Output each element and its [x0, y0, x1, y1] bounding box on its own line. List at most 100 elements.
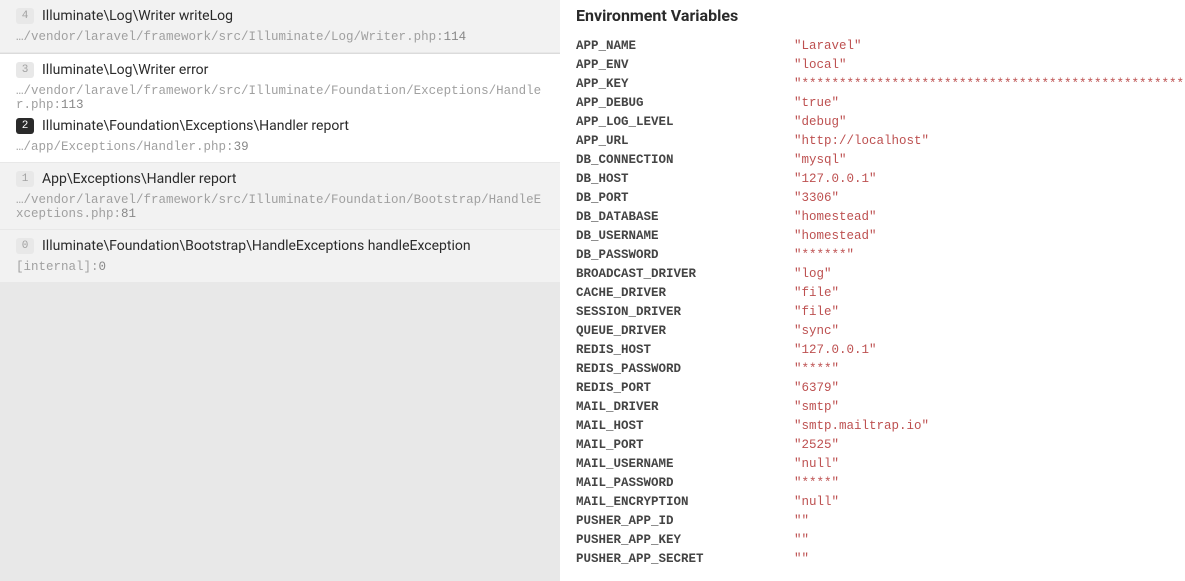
env-key: REDIS_HOST [576, 341, 794, 360]
stack-frame[interactable]: 0 Illuminate\Foundation\Bootstrap\Handle… [0, 230, 560, 283]
env-key: DB_CONNECTION [576, 151, 794, 170]
frame-number: 0 [16, 238, 34, 254]
env-row: SESSION_DRIVER"file" [576, 303, 1169, 322]
env-row: DB_CONNECTION"mysql" [576, 151, 1169, 170]
env-row: DB_PASSWORD"******" [576, 246, 1169, 265]
env-value: "http://localhost" [794, 132, 929, 151]
env-key: MAIL_DRIVER [576, 398, 794, 417]
stack-frame[interactable]: 1 App\Exceptions\Handler report …/vendor… [0, 163, 560, 230]
env-key: DB_PORT [576, 189, 794, 208]
env-row: MAIL_PASSWORD"****" [576, 474, 1169, 493]
frame-path: …/vendor/laravel/framework/src/Illuminat… [16, 30, 544, 44]
env-key: REDIS_PASSWORD [576, 360, 794, 379]
stack-frame[interactable]: 4 Illuminate\Log\Writer writeLog …/vendo… [0, 0, 560, 53]
env-value: "true" [794, 94, 839, 113]
env-key: REDIS_PORT [576, 379, 794, 398]
env-key: MAIL_PASSWORD [576, 474, 794, 493]
env-row: MAIL_DRIVER"smtp" [576, 398, 1169, 417]
frame-number: 3 [16, 62, 34, 78]
env-row: BROADCAST_DRIVER"log" [576, 265, 1169, 284]
env-row: REDIS_PORT"6379" [576, 379, 1169, 398]
env-table: APP_NAME"Laravel"APP_ENV"local"APP_KEY"*… [560, 37, 1185, 569]
env-row: MAIL_PORT"2525" [576, 436, 1169, 455]
env-value: "null" [794, 455, 839, 474]
env-key: QUEUE_DRIVER [576, 322, 794, 341]
env-value: "6379" [794, 379, 839, 398]
env-key: DB_HOST [576, 170, 794, 189]
env-value: "debug" [794, 113, 847, 132]
env-row: DB_PORT"3306" [576, 189, 1169, 208]
frame-title: Illuminate\Log\Writer error [42, 62, 208, 78]
env-value: "Laravel" [794, 37, 862, 56]
env-row: DB_HOST"127.0.0.1" [576, 170, 1169, 189]
env-row: MAIL_ENCRYPTION"null" [576, 493, 1169, 512]
env-value: "homestead" [794, 227, 877, 246]
env-value: "log" [794, 265, 832, 284]
stack-trace-panel: 4 Illuminate\Log\Writer writeLog …/vendo… [0, 0, 560, 581]
env-value: "" [794, 512, 809, 531]
env-value: "3306" [794, 189, 839, 208]
frame-number: 4 [16, 8, 34, 24]
env-value: "" [794, 531, 809, 550]
env-row: MAIL_HOST"smtp.mailtrap.io" [576, 417, 1169, 436]
env-value: "homestead" [794, 208, 877, 227]
env-value: "sync" [794, 322, 839, 341]
env-value: "2525" [794, 436, 839, 455]
env-row: DB_USERNAME"homestead" [576, 227, 1169, 246]
stack-frame[interactable]: 3 Illuminate\Log\Writer error …/vendor/l… [0, 53, 560, 163]
env-row: PUSHER_APP_KEY"" [576, 531, 1169, 550]
env-value: "***************************************… [794, 75, 1185, 94]
frame-path: …/vendor/laravel/framework/src/Illuminat… [16, 84, 544, 112]
env-value: "smtp" [794, 398, 839, 417]
env-value: "file" [794, 284, 839, 303]
env-key: DB_USERNAME [576, 227, 794, 246]
env-value: "mysql" [794, 151, 847, 170]
env-value: "local" [794, 56, 847, 75]
frame-title: App\Exceptions\Handler report [42, 171, 236, 187]
env-value: "****" [794, 360, 839, 379]
env-key: SESSION_DRIVER [576, 303, 794, 322]
env-row: APP_ENV"local" [576, 56, 1169, 75]
env-row: APP_LOG_LEVEL"debug" [576, 113, 1169, 132]
env-row: DB_DATABASE"homestead" [576, 208, 1169, 227]
env-value: "null" [794, 493, 839, 512]
env-row: QUEUE_DRIVER"sync" [576, 322, 1169, 341]
env-key: APP_NAME [576, 37, 794, 56]
env-value: "127.0.0.1" [794, 341, 877, 360]
env-row: CACHE_DRIVER"file" [576, 284, 1169, 303]
env-key: DB_DATABASE [576, 208, 794, 227]
env-key: MAIL_USERNAME [576, 455, 794, 474]
env-title: Environment Variables [560, 0, 1185, 37]
frame-title: Illuminate\Log\Writer writeLog [42, 8, 233, 24]
env-key: MAIL_HOST [576, 417, 794, 436]
env-row: PUSHER_APP_ID"" [576, 512, 1169, 531]
env-value: "127.0.0.1" [794, 170, 877, 189]
frame-path: …/app/Exceptions/Handler.php:39 [16, 140, 544, 154]
env-value: "" [794, 550, 809, 569]
env-key: DB_PASSWORD [576, 246, 794, 265]
env-value: "******" [794, 246, 854, 265]
env-key: APP_KEY [576, 75, 794, 94]
env-row: PUSHER_APP_SECRET"" [576, 550, 1169, 569]
frame-number-active: 2 [16, 118, 34, 134]
env-value: "file" [794, 303, 839, 322]
env-key: BROADCAST_DRIVER [576, 265, 794, 284]
frame-path: [internal]:0 [16, 260, 544, 274]
frame-title: Illuminate\Foundation\Bootstrap\HandleEx… [42, 238, 471, 254]
env-key: MAIL_ENCRYPTION [576, 493, 794, 512]
env-value: "****" [794, 474, 839, 493]
env-key: PUSHER_APP_KEY [576, 531, 794, 550]
env-key: APP_URL [576, 132, 794, 151]
env-row: APP_KEY"********************************… [576, 75, 1169, 94]
env-row: APP_NAME"Laravel" [576, 37, 1169, 56]
env-key: CACHE_DRIVER [576, 284, 794, 303]
environment-panel: Environment Variables APP_NAME"Laravel"A… [560, 0, 1185, 581]
env-row: MAIL_USERNAME"null" [576, 455, 1169, 474]
env-row: REDIS_PASSWORD"****" [576, 360, 1169, 379]
frame-path: …/vendor/laravel/framework/src/Illuminat… [16, 193, 544, 221]
env-key: MAIL_PORT [576, 436, 794, 455]
env-key: APP_ENV [576, 56, 794, 75]
env-value: "smtp.mailtrap.io" [794, 417, 929, 436]
env-key: PUSHER_APP_ID [576, 512, 794, 531]
env-key: APP_LOG_LEVEL [576, 113, 794, 132]
